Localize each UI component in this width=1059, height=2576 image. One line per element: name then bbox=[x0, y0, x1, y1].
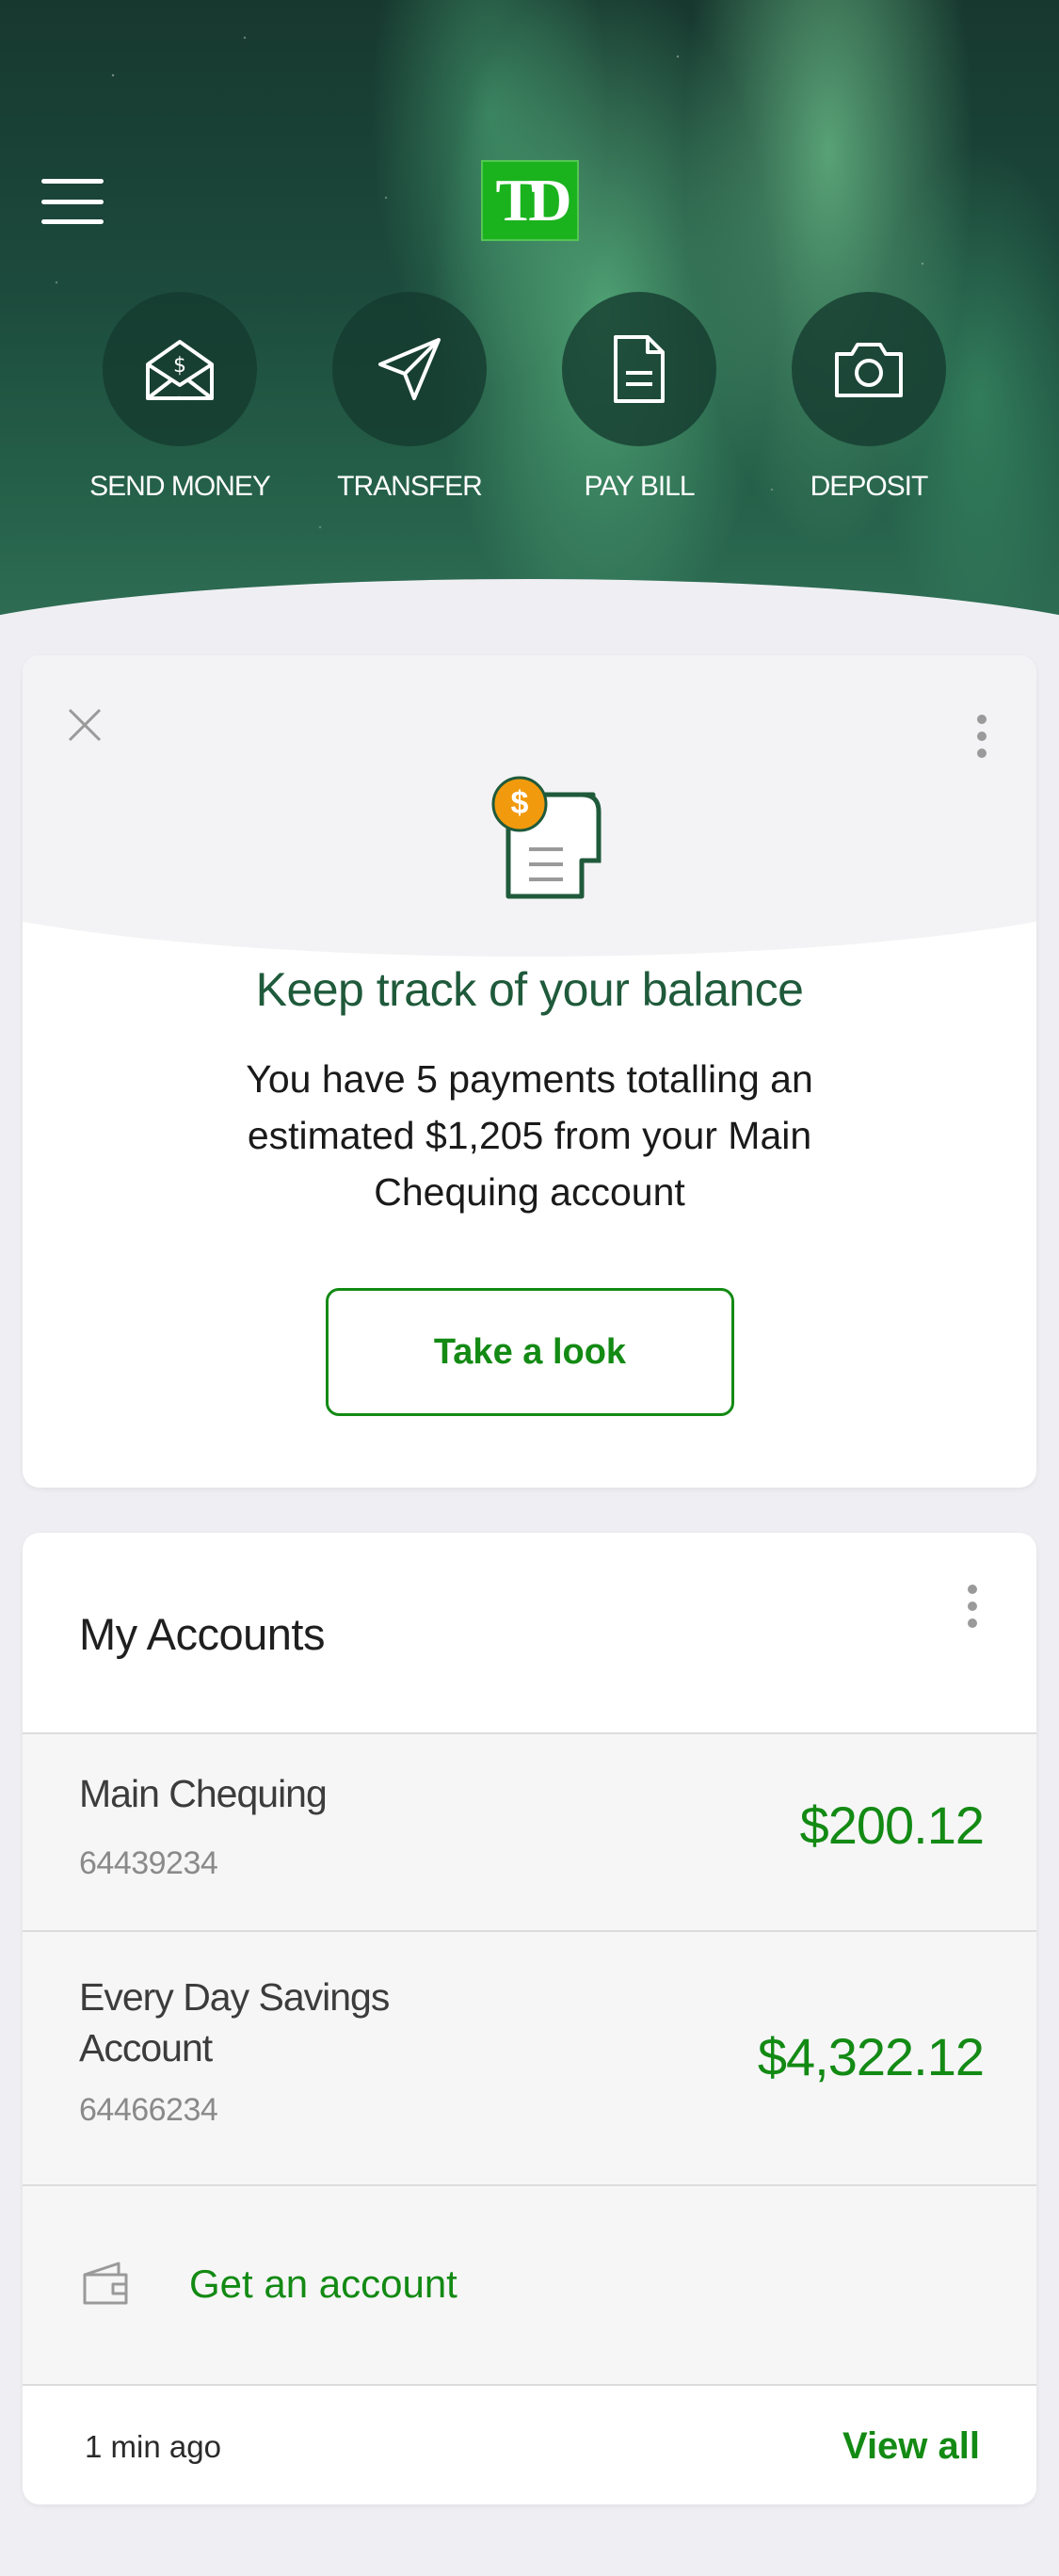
get-an-account-link[interactable]: Get an account bbox=[189, 2262, 457, 2307]
view-all-link[interactable]: View all bbox=[842, 2425, 980, 2468]
wallet-icon bbox=[81, 2260, 130, 2307]
last-updated-text: 1 min ago bbox=[85, 2429, 221, 2464]
document-icon bbox=[562, 292, 716, 446]
accounts-more-options-icon[interactable] bbox=[958, 1578, 987, 1634]
account-number: 64439234 bbox=[79, 1845, 218, 1881]
close-icon[interactable] bbox=[64, 704, 105, 746]
header-banner: TD $ SEND MONEY TRANSFER PAY BILL DEPOSI… bbox=[0, 0, 1059, 626]
pay-bill-label: PAY BILL bbox=[584, 471, 695, 502]
get-an-account-row[interactable]: Get an account bbox=[23, 2186, 1036, 2386]
transfer-label: TRANSFER bbox=[337, 471, 483, 502]
td-logo: TD bbox=[481, 160, 579, 241]
accounts-header: My Accounts bbox=[23, 1533, 1036, 1734]
account-balance: $4,322.12 bbox=[757, 2027, 985, 2086]
promo-description: You have 5 payments totalling an estimat… bbox=[246, 1057, 813, 1214]
accounts-footer: 1 min ago View all bbox=[23, 2386, 1036, 2504]
account-balance: $200.12 bbox=[799, 1795, 985, 1855]
balance-promo-card: $ Keep track of your balance You have 5 … bbox=[23, 655, 1036, 1488]
transfer-button[interactable]: TRANSFER bbox=[297, 292, 522, 503]
send-money-button[interactable]: $ SEND MONEY bbox=[67, 292, 293, 503]
hamburger-menu-icon[interactable] bbox=[41, 179, 104, 224]
account-name: Main Chequing bbox=[79, 1772, 328, 1815]
accounts-title: My Accounts bbox=[79, 1609, 325, 1659]
account-number: 64466234 bbox=[79, 2092, 218, 2128]
account-row-everyday-savings[interactable]: Every Day Savings Account 64466234 $4,32… bbox=[23, 1932, 1036, 2186]
paper-plane-icon bbox=[332, 292, 487, 446]
deposit-label: DEPOSIT bbox=[810, 471, 929, 502]
camera-icon bbox=[792, 292, 946, 446]
svg-text:$: $ bbox=[173, 354, 186, 378]
account-name: Every Day Savings Account bbox=[79, 1975, 390, 2069]
coin-dollar-symbol: $ bbox=[510, 785, 529, 821]
my-accounts-card: My Accounts Main Chequing 64439234 $200.… bbox=[23, 1533, 1036, 2504]
send-money-label: SEND MONEY bbox=[89, 471, 271, 502]
envelope-dollar-icon: $ bbox=[103, 292, 257, 446]
deposit-button[interactable]: DEPOSIT bbox=[756, 292, 982, 503]
more-options-icon[interactable] bbox=[968, 708, 996, 765]
quick-actions: $ SEND MONEY TRANSFER PAY BILL DEPOSIT bbox=[0, 292, 1059, 508]
pay-bill-button[interactable]: PAY BILL bbox=[526, 292, 752, 503]
take-a-look-button[interactable]: Take a look bbox=[326, 1288, 734, 1416]
promo-title: Keep track of your balance bbox=[255, 963, 804, 1016]
account-row-main-chequing[interactable]: Main Chequing 64439234 $200.12 bbox=[23, 1734, 1036, 1932]
